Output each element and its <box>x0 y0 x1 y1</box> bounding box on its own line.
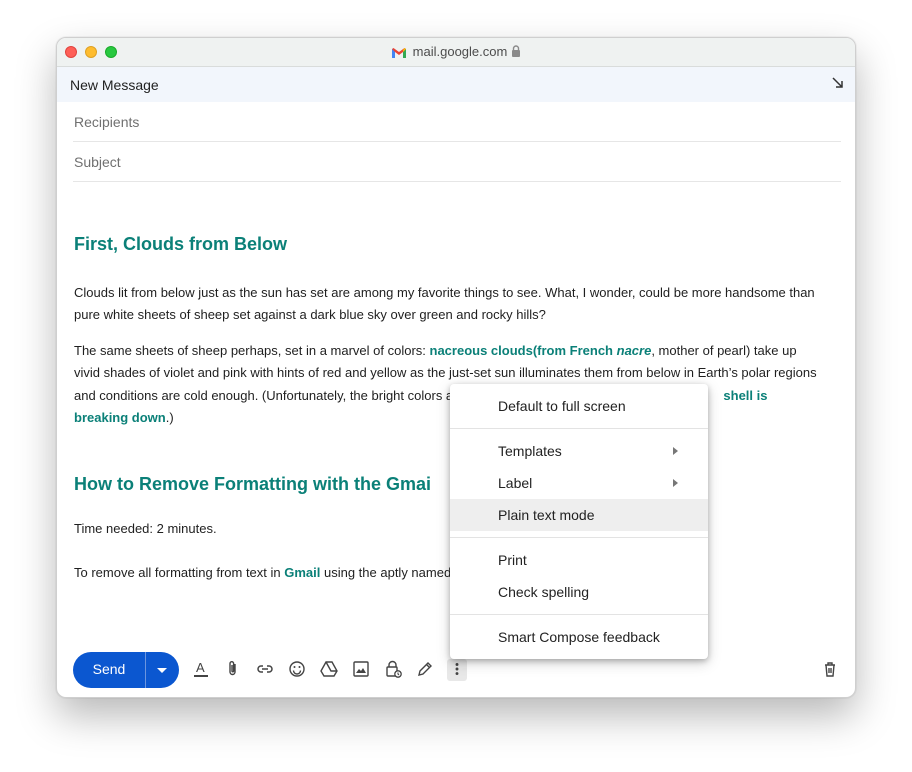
recipients-placeholder: Recipients <box>74 114 140 130</box>
link-nacreous-clouds[interactable]: nacreous clouds <box>430 343 533 358</box>
subject-placeholder: Subject <box>74 154 121 170</box>
url-text: mail.google.com <box>412 44 508 59</box>
recipients-field[interactable]: Recipients <box>73 102 841 142</box>
address-bar[interactable]: mail.google.com <box>57 44 855 61</box>
send-options-button[interactable] <box>145 652 179 688</box>
gmail-logo-icon <box>391 47 407 59</box>
photo-icon[interactable] <box>351 659 371 681</box>
compose-title: New Message <box>70 77 159 93</box>
heading-remove-formatting: How to Remove Formatting with the Gmai <box>74 474 432 494</box>
confidential-icon[interactable] <box>383 659 403 681</box>
svg-text:A: A <box>196 660 205 675</box>
send-label: Send <box>92 661 126 677</box>
pop-out-icon[interactable] <box>831 76 845 90</box>
signature-icon[interactable] <box>415 659 435 681</box>
link-icon[interactable] <box>255 659 275 681</box>
subject-field[interactable]: Subject <box>73 142 841 182</box>
attach-icon[interactable] <box>223 659 243 681</box>
lock-icon <box>511 45 521 60</box>
menu-item-smart-compose-feedback[interactable]: Smart Compose feedback <box>450 621 708 653</box>
more-options-icon[interactable] <box>447 659 467 681</box>
send-button[interactable]: Send <box>73 652 179 688</box>
paragraph-1: Clouds lit from below just as the sun ha… <box>74 285 815 323</box>
emoji-icon[interactable] <box>287 659 307 681</box>
menu-item-full-screen[interactable]: Default to full screen <box>450 390 708 422</box>
menu-item-templates[interactable]: Templates <box>450 435 708 467</box>
menu-item-label[interactable]: Label <box>450 467 708 499</box>
formatting-icon[interactable]: A <box>191 659 211 681</box>
submenu-arrow-icon <box>673 447 678 455</box>
heading-clouds: First, Clouds from Below <box>74 234 288 254</box>
menu-item-check-spelling[interactable]: Check spelling <box>450 576 708 608</box>
menu-item-plain-text[interactable]: Plain text mode <box>450 499 708 531</box>
drive-icon[interactable] <box>319 659 339 681</box>
title-bar: mail.google.com <box>57 38 855 67</box>
compose-header: New Message <box>57 67 855 102</box>
more-options-menu: Default to full screen Templates Label P… <box>450 384 708 659</box>
submenu-arrow-icon <box>673 479 678 487</box>
link-gmail[interactable]: Gmail <box>284 565 320 580</box>
menu-item-print[interactable]: Print <box>450 544 708 576</box>
paragraph-2: The same sheets of sheep perhaps, set in… <box>74 343 817 426</box>
trash-icon[interactable] <box>820 659 840 681</box>
